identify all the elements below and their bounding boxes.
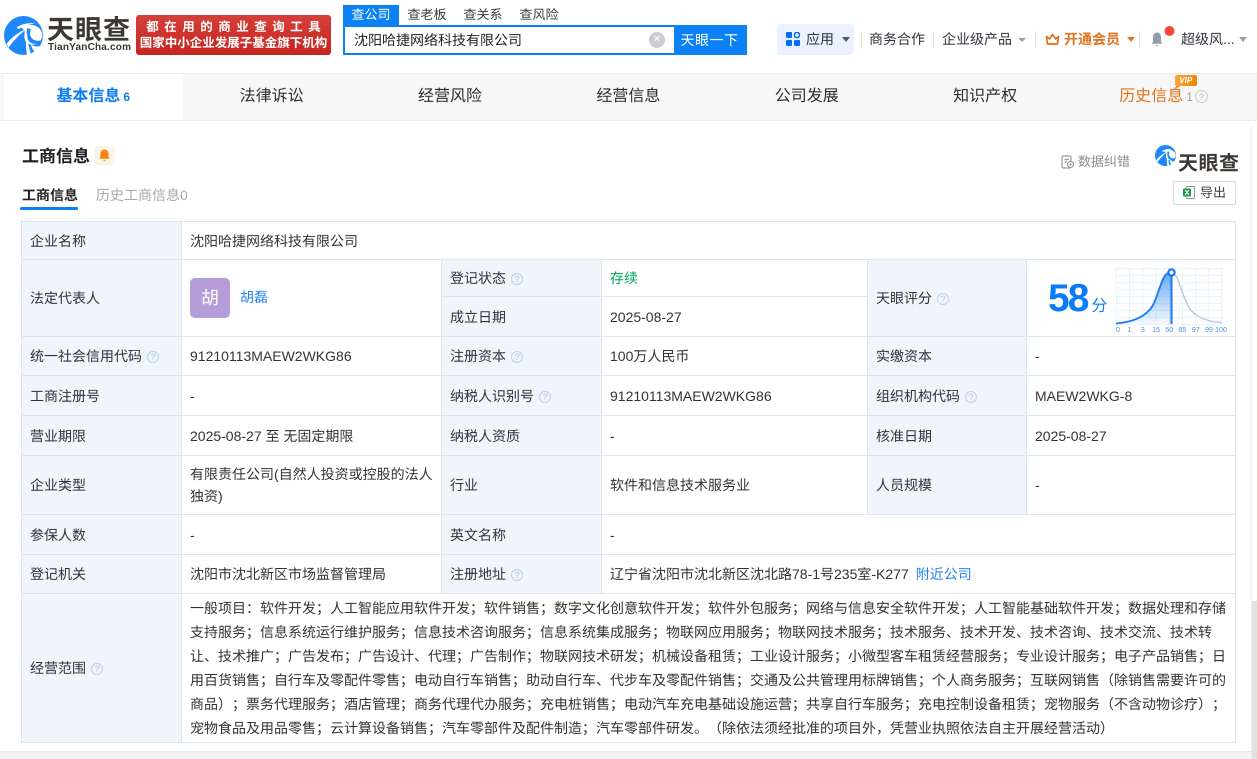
svg-text:99: 99	[1205, 327, 1213, 334]
svg-text:97: 97	[1192, 327, 1200, 334]
svg-text:50: 50	[1165, 327, 1173, 334]
svg-text:100: 100	[1215, 327, 1227, 334]
svg-text:3: 3	[1141, 327, 1145, 334]
svg-text:85: 85	[1179, 327, 1187, 334]
svg-text:1: 1	[1128, 327, 1132, 334]
svg-text:15: 15	[1152, 327, 1160, 334]
svg-text:0: 0	[1116, 327, 1120, 334]
